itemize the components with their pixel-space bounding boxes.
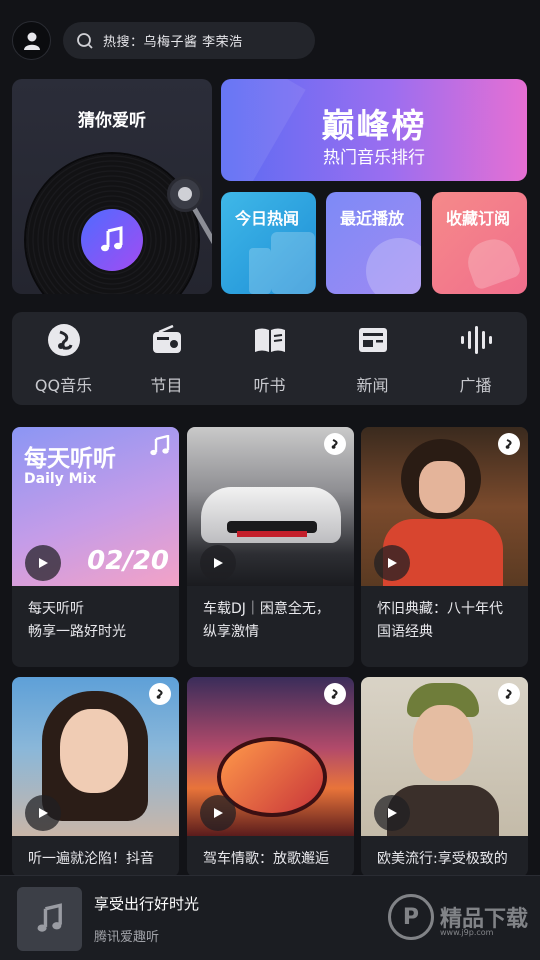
music-note-icon	[150, 435, 170, 456]
playlist-tile-western-pop[interactable]: 欧美流行:享受极致的	[361, 677, 528, 877]
tonearm-base	[167, 176, 203, 212]
radio-icon	[149, 322, 185, 358]
category-broadcast[interactable]: 广播	[424, 312, 527, 405]
play-icon	[39, 558, 48, 568]
peak-logo: 巅峰榜	[321, 106, 427, 145]
recent-play-card[interactable]: 最近播放	[326, 192, 421, 294]
music-note-icon	[81, 209, 143, 271]
search-bar[interactable]: 热搜：乌梅子酱 李荣浩	[63, 22, 315, 59]
category-audiobooks[interactable]: 听书	[218, 312, 321, 405]
guess-you-like-card[interactable]: 猜你爱听	[12, 79, 212, 294]
player-subtitle: 腾讯爱趣听	[94, 930, 160, 945]
play-icon	[388, 808, 397, 818]
peak-subtitle: 热门音乐排行	[323, 148, 425, 168]
book-icon	[252, 322, 288, 358]
user-icon	[23, 32, 40, 50]
category-label: 广播	[459, 376, 492, 395]
user-avatar[interactable]	[12, 21, 51, 60]
player-cover	[17, 887, 82, 951]
tile-caption: 怀旧典藏：八十年代国语经典	[377, 601, 503, 640]
qq-music-badge-icon	[498, 433, 520, 455]
play-icon	[214, 808, 223, 818]
today-news-label: 今日热闻	[235, 209, 300, 228]
watermark-url: www.j9p.com	[439, 928, 494, 937]
category-bar: QQ音乐 节目 听书 新闻 广播	[12, 312, 527, 405]
mini-player[interactable]: 享受出行好时光 腾讯爱趣听 P 精品下载 www.j9p.com	[0, 875, 540, 960]
search-icon	[77, 32, 93, 49]
category-label: QQ音乐	[34, 376, 93, 395]
guess-title: 猜你爱听	[78, 111, 146, 131]
music-note-icon	[37, 903, 62, 932]
daily-mix-subtitle: Daily Mix	[24, 471, 97, 487]
playlist-tile-80s[interactable]: 怀旧典藏：八十年代国语经典	[361, 427, 528, 667]
favorites-card[interactable]: 收藏订阅	[432, 192, 527, 294]
playlist-tile-douyin[interactable]: 听一遍就沦陷！抖音	[12, 677, 179, 877]
qq-music-icon	[46, 322, 82, 358]
category-label: 新闻	[356, 376, 389, 395]
qq-music-badge-icon	[498, 683, 520, 705]
tile-caption: 驾车情歌：放歌邂逅	[203, 851, 329, 867]
tile-caption: 每天听听 畅享一路好时光	[28, 601, 126, 640]
playlist-tile-drive-love[interactable]: 驾车情歌：放歌邂逅	[187, 677, 354, 877]
favorites-label: 收藏订阅	[446, 209, 511, 228]
category-programs[interactable]: 节目	[115, 312, 218, 405]
qq-music-badge-icon	[324, 433, 346, 455]
news-icon	[355, 322, 391, 358]
play-button[interactable]	[374, 545, 410, 581]
playlist-tile-daily[interactable]: 每天听听 Daily Mix 02/20 每天听听 畅享一路好时光	[12, 427, 179, 667]
play-button[interactable]	[374, 795, 410, 831]
qq-music-badge-icon	[149, 683, 171, 705]
daily-mix-date: 02/20	[87, 546, 169, 576]
play-icon	[214, 558, 223, 568]
today-news-card[interactable]: 今日热闻	[221, 192, 316, 294]
playlist-tile-car-dj[interactable]: 车载DJ｜困意全无，纵享激情	[187, 427, 354, 667]
category-news[interactable]: 新闻	[321, 312, 424, 405]
category-label: 听书	[253, 376, 286, 395]
recent-play-label: 最近播放	[340, 209, 405, 228]
qq-music-badge-icon	[324, 683, 346, 705]
play-button[interactable]	[200, 545, 236, 581]
watermark: P 精品下载 www.j9p.com	[387, 894, 528, 940]
player-title: 享受出行好时光	[94, 895, 200, 913]
search-hot-text: 热搜：乌梅子酱 李荣浩	[103, 35, 243, 50]
peak-chart-card[interactable]: 巅峰榜 热门音乐排行	[221, 79, 527, 181]
play-button[interactable]	[25, 545, 61, 581]
broadcast-icon	[458, 322, 494, 358]
play-icon	[39, 808, 48, 818]
watermark-logo-icon: P	[387, 894, 434, 940]
tile-caption: 车载DJ｜困意全无，纵享激情	[203, 601, 330, 640]
play-icon	[388, 558, 397, 568]
play-button[interactable]	[25, 795, 61, 831]
tile-caption: 听一遍就沦陷！抖音	[28, 851, 154, 867]
tile-caption: 欧美流行:享受极致的	[377, 851, 508, 867]
daily-mix-title: 每天听听	[24, 446, 116, 472]
play-button[interactable]	[200, 795, 236, 831]
category-label: 节目	[150, 376, 183, 395]
category-qq-music[interactable]: QQ音乐	[12, 312, 115, 405]
